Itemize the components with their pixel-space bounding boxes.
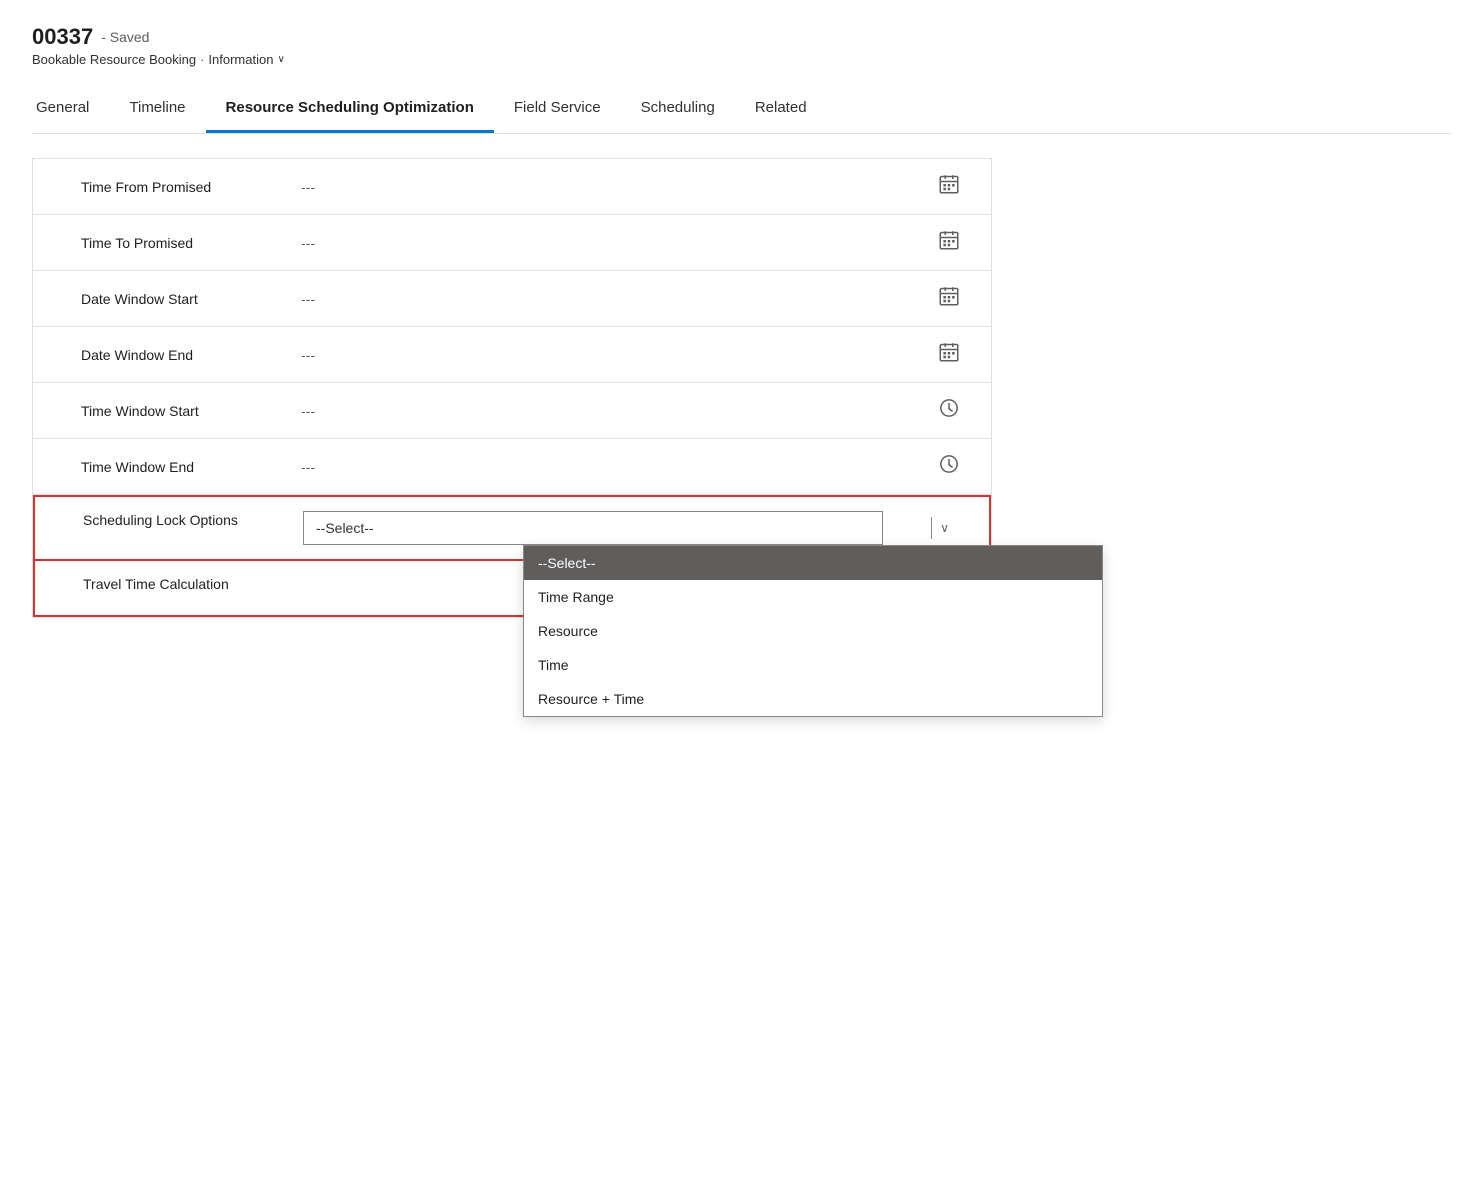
tab-related[interactable]: Related: [735, 87, 827, 133]
field-row-time-window-end: Time Window End ---: [33, 439, 991, 495]
tab-timeline[interactable]: Timeline: [109, 87, 205, 133]
value-time-window-start: ---: [301, 403, 939, 419]
header-section: 00337 - Saved Bookable Resource Booking …: [32, 24, 1451, 67]
label-date-window-start: Date Window Start: [81, 291, 301, 307]
field-row-time-to-promised: Time To Promised ---: [33, 215, 991, 271]
value-date-window-end: ---: [301, 347, 939, 363]
field-row-date-window-start: Date Window Start ---: [33, 271, 991, 327]
breadcrumb: Bookable Resource Booking · Information …: [32, 52, 1451, 67]
record-title: 00337 - Saved: [32, 24, 1451, 50]
form-section: Time From Promised --- Time To Promised: [32, 158, 992, 618]
clock-icon-time-start[interactable]: [939, 398, 959, 423]
label-time-window-end: Time Window End: [81, 459, 301, 475]
value-time-from-promised: ---: [301, 179, 939, 195]
calendar-icon-date-end[interactable]: [939, 342, 959, 367]
field-row-scheduling-lock: Scheduling Lock Options --Select-- ∨ --S…: [33, 495, 991, 561]
value-time-window-end: ---: [301, 459, 939, 475]
record-status: - Saved: [101, 29, 149, 45]
field-row-time-from-promised: Time From Promised ---: [33, 159, 991, 215]
field-row-time-window-start: Time Window Start ---: [33, 383, 991, 439]
tab-field-service[interactable]: Field Service: [494, 87, 621, 133]
breadcrumb-view[interactable]: Information ∨: [208, 52, 284, 67]
dropdown-option-time[interactable]: Time: [524, 648, 1102, 682]
record-id: 00337: [32, 24, 93, 50]
entity-name: Bookable Resource Booking: [32, 52, 196, 67]
label-date-window-end: Date Window End: [81, 347, 301, 363]
breadcrumb-chevron-icon: ∨: [277, 54, 284, 65]
label-travel-time: Travel Time Calculation: [83, 575, 303, 595]
tab-scheduling[interactable]: Scheduling: [621, 87, 735, 133]
scheduling-lock-select[interactable]: --Select--: [303, 511, 883, 545]
label-time-to-promised: Time To Promised: [81, 235, 301, 251]
select-chevron-icon: ∨: [931, 517, 949, 539]
value-time-to-promised: ---: [301, 235, 939, 251]
scheduling-lock-dropdown: --Select-- Time Range Resource Time Reso…: [523, 545, 1103, 717]
breadcrumb-separator: ·: [200, 52, 204, 67]
tab-general[interactable]: General: [32, 87, 109, 133]
field-row-date-window-end: Date Window End ---: [33, 327, 991, 383]
calendar-icon-time-to[interactable]: [939, 230, 959, 255]
tabs-bar: General Timeline Resource Scheduling Opt…: [32, 87, 1451, 134]
dropdown-option-resource[interactable]: Resource: [524, 614, 1102, 648]
select-display-value: --Select--: [316, 520, 374, 536]
dropdown-option-time-range[interactable]: Time Range: [524, 580, 1102, 614]
scheduling-lock-select-wrapper: --Select-- ∨ --Select-- Time Range Resou…: [303, 511, 957, 545]
page-container: 00337 - Saved Bookable Resource Booking …: [0, 0, 1483, 1196]
label-scheduling-lock: Scheduling Lock Options: [83, 511, 303, 531]
dropdown-option-select[interactable]: --Select--: [524, 546, 1102, 580]
clock-icon-time-end[interactable]: [939, 454, 959, 479]
dropdown-option-resource-time[interactable]: Resource + Time: [524, 682, 1102, 716]
calendar-icon-time-from[interactable]: [939, 174, 959, 199]
label-time-window-start: Time Window Start: [81, 403, 301, 419]
calendar-icon-date-start[interactable]: [939, 286, 959, 311]
label-time-from-promised: Time From Promised: [81, 179, 301, 195]
tab-rso[interactable]: Resource Scheduling Optimization: [206, 87, 494, 133]
value-date-window-start: ---: [301, 291, 939, 307]
